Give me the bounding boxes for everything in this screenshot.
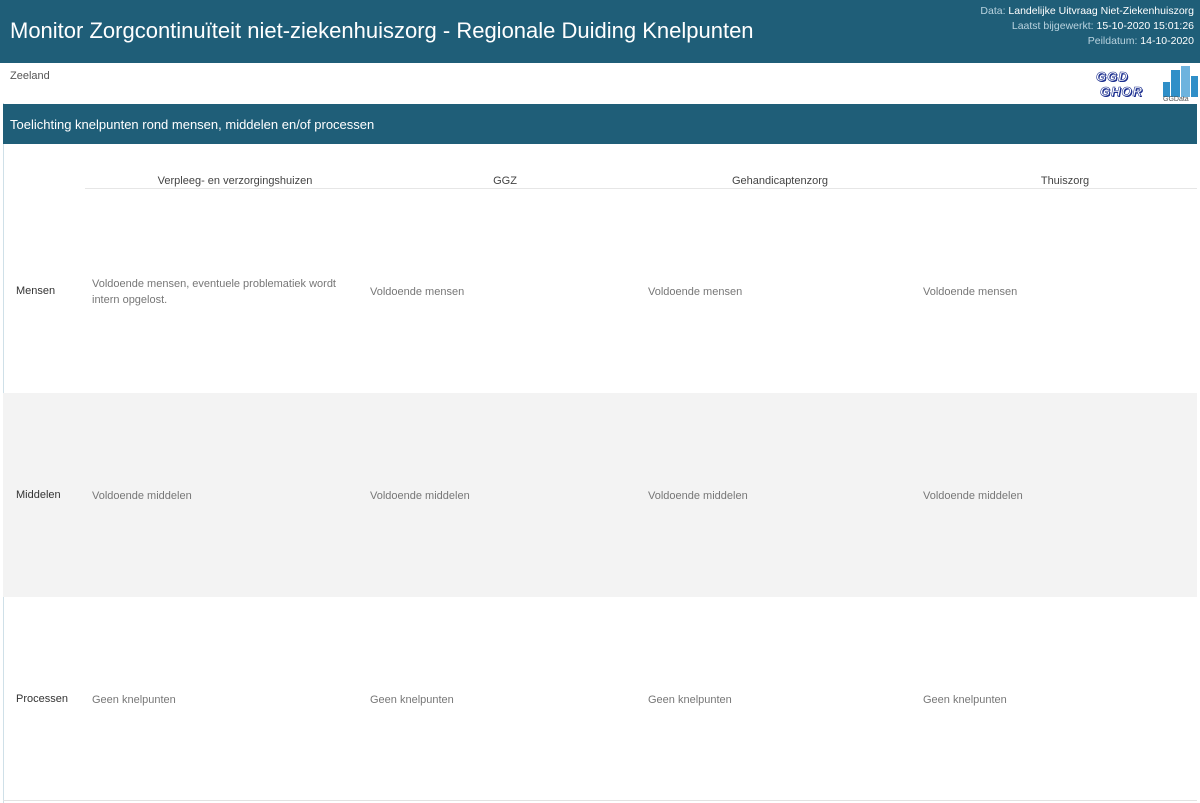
peildatum-value: 14-10-2020 xyxy=(1140,35,1194,47)
region-label: Zeeland xyxy=(10,70,50,82)
page-title: Monitor Zorgcontinuïteit niet-ziekenhuis… xyxy=(10,18,754,43)
cell-mensen-vvt: Voldoende mensen, eventuele problematiek… xyxy=(92,278,336,306)
last-updated-value: 15-10-2020 15:01:26 xyxy=(1096,20,1195,32)
data-source-value: Landelijke Uitvraag Niet-Ziekenhuiszorg xyxy=(1008,5,1194,17)
bottom-divider xyxy=(3,800,1197,801)
row-label-mensen: Mensen xyxy=(16,285,56,297)
cell-mensen-gehandicaptenzorg: Voldoende mensen xyxy=(648,286,743,298)
section-header: Toelichting knelpunten rond mensen, midd… xyxy=(3,104,1197,144)
ggdata-caption: GGData xyxy=(1163,96,1189,103)
dashboard-header: Monitor Zorgcontinuïteit niet-ziekenhuis… xyxy=(0,0,1200,63)
cell-mensen-ggz: Voldoende mensen xyxy=(370,286,465,298)
data-source-line: Data: Landelijke Uitvraag Niet-Ziekenhui… xyxy=(980,5,1194,17)
cell-middelen-thuiszorg: Voldoende middelen xyxy=(923,490,1023,502)
row-label-processen: Processen xyxy=(16,693,68,705)
ggd-logo-text: GGD xyxy=(1096,69,1129,85)
row-label-middelen: Middelen xyxy=(16,489,61,501)
cell-middelen-vvt: Voldoende middelen xyxy=(92,490,192,502)
column-header-thuiszorg: Thuiszorg xyxy=(1040,175,1090,187)
header-meta: Data: Landelijke Uitvraag Niet-Ziekenhui… xyxy=(980,4,1194,49)
cell-middelen-ggz: Voldoende middelen xyxy=(370,490,470,502)
section-title: Toelichting knelpunten rond mensen, midd… xyxy=(10,117,375,132)
header-divider xyxy=(85,188,1197,189)
cell-processen-thuiszorg: Geen knelpunten xyxy=(923,694,1007,706)
cell-mensen-thuiszorg: Voldoende mensen xyxy=(923,286,1018,298)
column-header-vvt: Verpleeg- en verzorgingshuizen xyxy=(157,175,313,187)
column-header-ggz: GGZ xyxy=(493,175,517,187)
cell-processen-gehandicaptenzorg: Geen knelpunten xyxy=(648,694,732,706)
cell-middelen-gehandicaptenzorg: Voldoende middelen xyxy=(648,490,748,502)
cell-processen-vvt: Geen knelpunten xyxy=(92,694,176,706)
peildatum-line: Peildatum: 14-10-2020 xyxy=(1087,35,1194,47)
ggd-ghor-logo: GGD GHOR xyxy=(1090,69,1152,101)
ggdata-logo: GGData xyxy=(1158,64,1200,104)
last-updated-line: Laatst bijgewerkt: 15-10-2020 15:01:26 xyxy=(1011,20,1195,32)
column-header-gehandicaptenzorg: Gehandicaptenzorg xyxy=(731,175,828,187)
cell-processen-ggz: Geen knelpunten xyxy=(370,694,454,706)
ghor-logo-text: GHOR xyxy=(1100,84,1143,100)
